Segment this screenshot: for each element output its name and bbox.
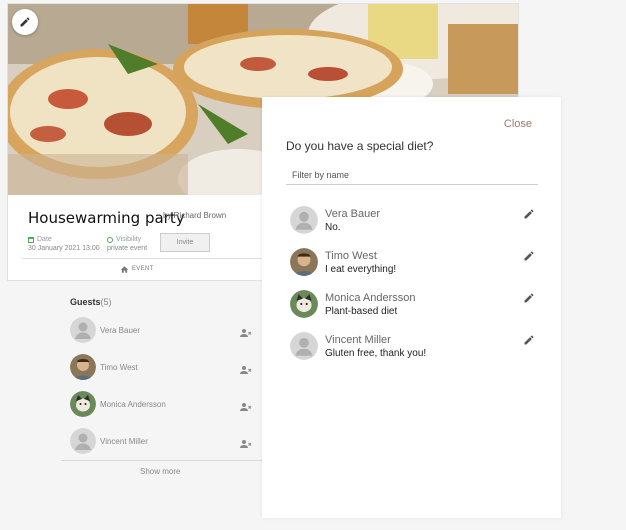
diet-row: Vincent Miller Gluten free, thank you! <box>290 332 535 364</box>
remove-guest-button[interactable] <box>240 362 252 380</box>
avatar <box>290 206 318 234</box>
guests-count: (5) <box>100 297 112 307</box>
visibility-value: private event <box>107 245 148 252</box>
date-value: 30 January 2021 13:00 <box>28 245 100 252</box>
avatar <box>70 354 96 380</box>
avatar <box>70 391 96 417</box>
show-more-link[interactable]: Show more <box>140 467 180 476</box>
pencil-icon <box>524 251 534 261</box>
edit-diet-button[interactable] <box>523 207 535 225</box>
person-remove-icon <box>240 329 252 337</box>
guest-row[interactable]: Monica Andersson <box>70 391 260 419</box>
person-remove-icon <box>240 440 252 448</box>
guest-name: Vera Bauer <box>325 208 381 220</box>
guest-name: Monica Andersson <box>100 400 166 409</box>
pencil-icon <box>524 293 534 303</box>
diet-row: Timo West I eat everything! <box>290 248 535 280</box>
event-host: by Richard Brown <box>163 211 227 220</box>
guest-name: Monica Andersson <box>325 292 416 304</box>
edit-diet-button[interactable] <box>523 333 535 351</box>
edit-diet-button[interactable] <box>523 291 535 309</box>
guest-name: Vincent Miller <box>325 334 391 346</box>
diet-answer: I eat everything! <box>325 264 397 275</box>
guest-name: Vera Bauer <box>100 326 141 335</box>
guest-row[interactable]: Vera Bauer <box>70 317 260 345</box>
modal-title: Do you have a special diet? <box>286 139 434 153</box>
guest-name: Timo West <box>325 250 377 262</box>
diet-answer: Plant-based diet <box>325 306 398 317</box>
diet-row: Vera Bauer No. <box>290 206 535 238</box>
guest-row[interactable]: Timo West <box>70 354 260 382</box>
avatar <box>70 428 96 454</box>
divider <box>61 460 262 461</box>
calendar-icon <box>28 236 34 243</box>
close-button[interactable]: Close <box>504 118 532 130</box>
invite-button[interactable]: Invite <box>160 233 210 252</box>
remove-guest-button[interactable] <box>240 399 252 417</box>
diet-answer: Gluten free, thank you! <box>325 348 427 359</box>
visibility-label: Visibility <box>116 236 142 243</box>
diet-row: Monica Andersson Plant-based diet <box>290 290 535 322</box>
diet-answer: No. <box>325 222 341 233</box>
edit-cover-button[interactable] <box>12 9 38 35</box>
remove-guest-button[interactable] <box>240 436 252 454</box>
guest-name: Vincent Miller <box>100 437 148 446</box>
event-visibility: Visibility private event <box>107 235 147 253</box>
remove-guest-button[interactable] <box>240 325 252 343</box>
event-date: Date 30 January 2021 13:00 <box>28 235 100 253</box>
pencil-icon <box>20 17 30 27</box>
guest-name: Timo West <box>100 363 138 372</box>
tab-event[interactable]: EVENT <box>120 265 154 273</box>
filter-input[interactable] <box>286 165 538 185</box>
person-remove-icon <box>240 366 252 374</box>
home-icon <box>120 266 129 273</box>
pencil-icon <box>524 335 534 345</box>
avatar <box>290 248 318 276</box>
guests-heading: Guests(5) <box>70 297 112 307</box>
person-remove-icon <box>240 403 252 411</box>
guest-row[interactable]: Vincent Miller <box>70 428 260 456</box>
special-diet-modal: Close Do you have a special diet? Vera B… <box>262 97 561 518</box>
avatar <box>70 317 96 343</box>
edit-diet-button[interactable] <box>523 249 535 267</box>
pencil-icon <box>524 209 534 219</box>
avatar <box>290 290 318 318</box>
event-title: Housewarming party <box>28 209 185 227</box>
guests-title: Guests <box>70 297 101 307</box>
tab-event-label: EVENT <box>132 266 154 272</box>
date-label: Date <box>37 236 52 243</box>
eye-icon <box>107 236 113 243</box>
divider <box>22 258 272 259</box>
avatar <box>290 332 318 360</box>
